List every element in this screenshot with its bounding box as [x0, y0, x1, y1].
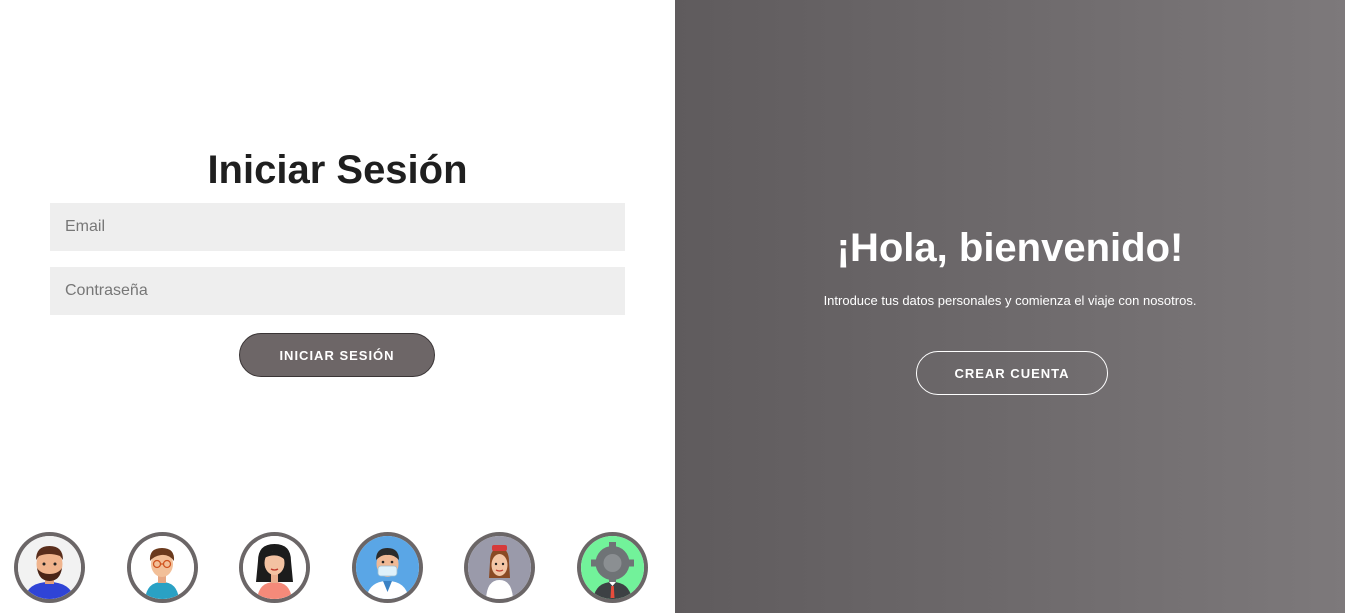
boy-glasses-avatar-icon [131, 536, 194, 599]
avatar-option-1[interactable] [14, 532, 85, 603]
gear-head-avatar-icon [581, 536, 644, 599]
login-button[interactable]: INICIAR SESIÓN [239, 333, 435, 377]
woman-avatar-icon [243, 536, 306, 599]
create-account-button[interactable]: CREAR CUENTA [916, 351, 1108, 395]
password-field[interactable] [50, 267, 625, 315]
welcome-text: Introduce tus datos personales y comienz… [823, 293, 1197, 308]
nurse-avatar-icon [468, 536, 531, 599]
doctor-mask-avatar-icon [356, 536, 419, 599]
avatar-row [0, 532, 675, 604]
avatar-option-2[interactable] [127, 532, 198, 603]
email-field[interactable] [50, 203, 625, 251]
login-title: Iniciar Sesión [207, 148, 468, 192]
bearded-man-avatar-icon [18, 536, 81, 599]
avatar-option-5[interactable] [464, 532, 535, 603]
welcome-title: ¡Hola, bienvenido! [836, 226, 1184, 270]
avatar-option-3[interactable] [239, 532, 310, 603]
avatar-option-6[interactable] [577, 532, 648, 603]
avatar-option-4[interactable] [352, 532, 423, 603]
